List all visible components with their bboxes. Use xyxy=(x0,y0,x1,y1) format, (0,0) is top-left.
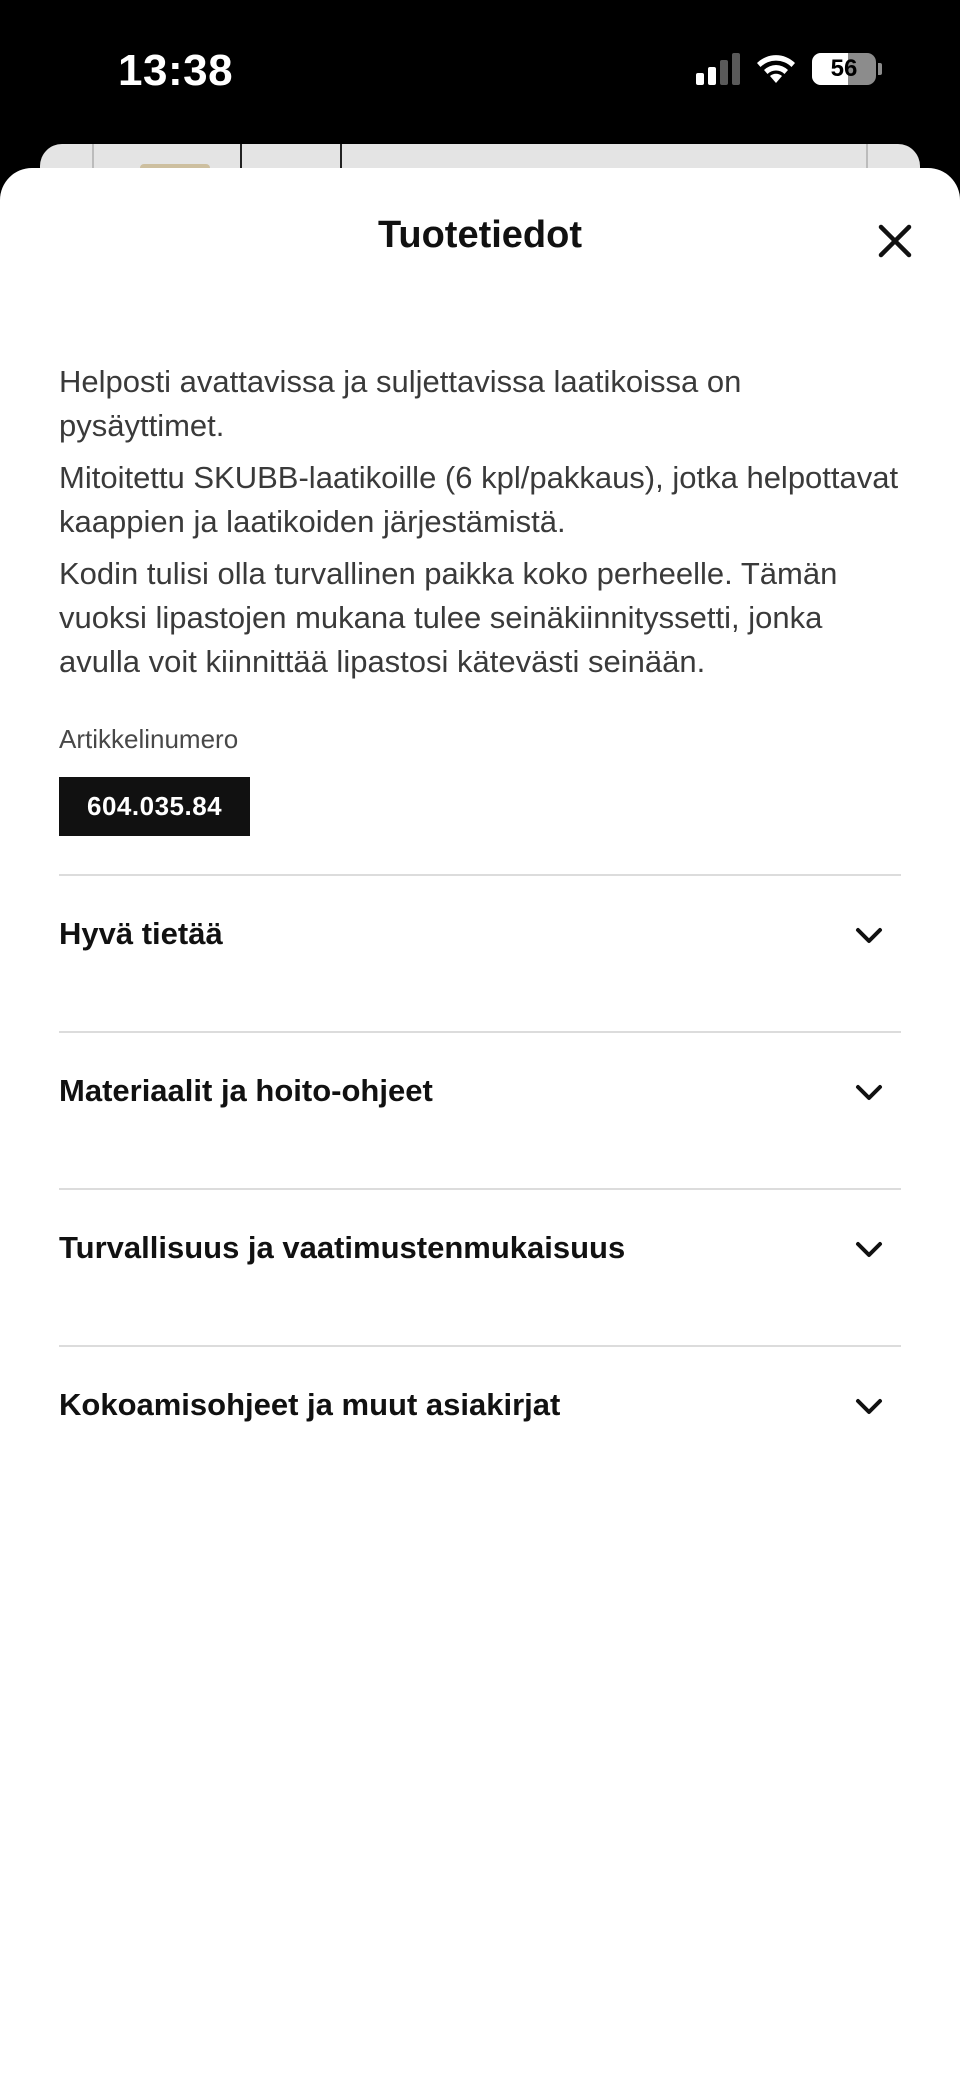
product-details-sheet: Tuotetiedot Helposti avattavissa ja sulj… xyxy=(0,168,960,2081)
chevron-down-icon xyxy=(856,1242,882,1257)
cellular-signal-icon xyxy=(696,53,740,85)
article-number-badge: 604.035.84 xyxy=(59,777,251,836)
description-paragraph: Kodin tulisi olla turvallinen paikka kok… xyxy=(59,556,838,679)
sheet-header: Tuotetiedot xyxy=(0,168,960,308)
accordion-good-to-know[interactable]: Hyvä tietää xyxy=(59,874,901,1031)
accordion-label: Kokoamisohjeet ja muut asiakirjat xyxy=(59,1387,561,1422)
battery-indicator: 56 xyxy=(812,53,876,85)
accordion-safety-compliance[interactable]: Turvallisuus ja vaatimustenmukaisuus xyxy=(59,1188,901,1345)
status-icons: 56 xyxy=(696,52,882,86)
battery-percent: 56 xyxy=(830,55,858,82)
battery-cap xyxy=(878,63,882,75)
accordion-label: Turvallisuus ja vaatimustenmukaisuus xyxy=(59,1230,626,1265)
description-paragraph: Helposti avattavissa ja suljettavissa la… xyxy=(59,364,742,443)
accordion-label: Hyvä tietää xyxy=(59,916,223,951)
status-bar: 13:38 56 xyxy=(0,0,960,140)
article-number-label: Artikkelinumero xyxy=(59,724,239,754)
close-icon xyxy=(878,224,912,258)
battery-icon: 56 xyxy=(812,53,882,85)
accordion-label: Materiaalit ja hoito-ohjeet xyxy=(59,1073,433,1108)
details-accordion: Hyvä tietää Materiaalit ja hoito-ohjeet … xyxy=(59,874,901,1502)
chevron-down-icon xyxy=(856,928,882,943)
accordion-assembly-documents[interactable]: Kokoamisohjeet ja muut asiakirjat xyxy=(59,1345,901,1502)
chevron-down-icon xyxy=(856,1399,882,1414)
status-time: 13:38 xyxy=(118,46,234,95)
description-paragraph: Mitoitettu SKUBB-laatikoille (6 kpl/pakk… xyxy=(59,460,899,539)
wifi-icon xyxy=(757,55,795,83)
sheet-title: Tuotetiedot xyxy=(377,214,583,256)
sheet-content: Helposti avattavissa ja suljettavissa la… xyxy=(59,360,901,1502)
accordion-materials-care[interactable]: Materiaalit ja hoito-ohjeet xyxy=(59,1031,901,1188)
chevron-down-icon xyxy=(856,1085,882,1100)
close-button[interactable] xyxy=(870,216,920,266)
